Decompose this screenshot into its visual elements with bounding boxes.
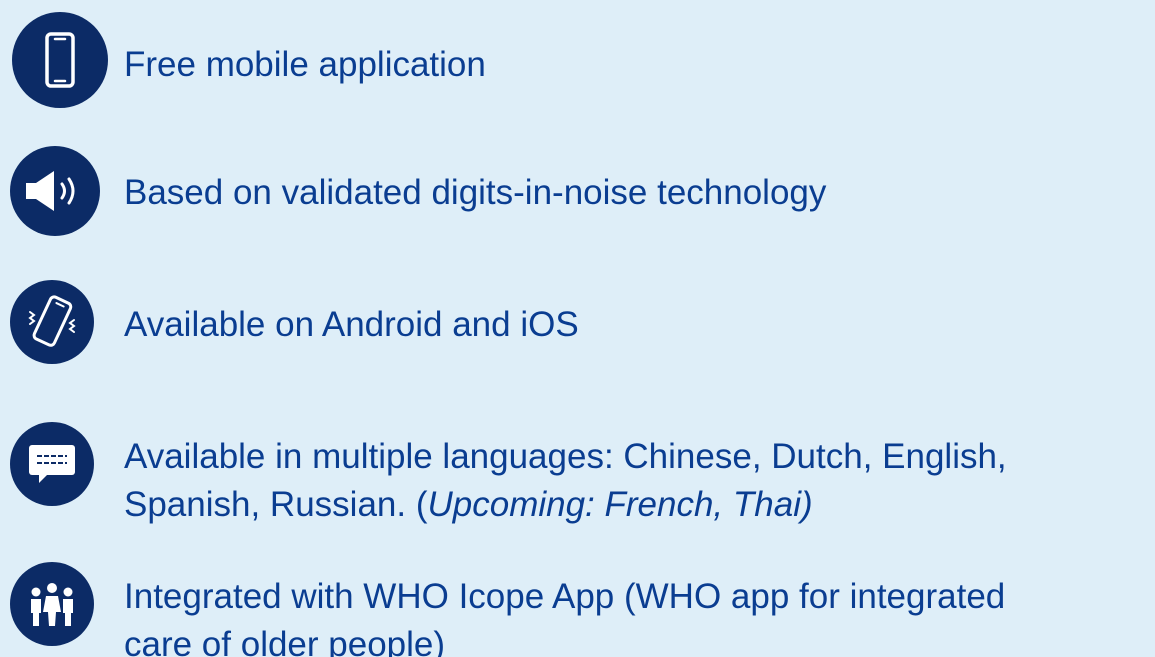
feature-text-line-1: Available in multiple languages: Chinese… xyxy=(124,437,1007,476)
feature-text: Integrated with WHO Icope App (WHO app f… xyxy=(124,573,1005,657)
feature-text-line-2-italic: Upcoming: French, Thai) xyxy=(427,485,813,524)
feature-text: Available in multiple languages: Chinese… xyxy=(124,433,1007,529)
feature-text-line-2: care of older people) xyxy=(124,625,446,657)
smartphone-icon xyxy=(12,12,108,108)
feature-text: Available on Android and iOS xyxy=(124,305,579,344)
feature-text-line-2: Spanish, Russian. (Upcoming: French, Tha… xyxy=(124,481,1007,529)
people-group-icon xyxy=(10,562,94,646)
feature-text-line-1: Integrated with WHO Icope App (WHO app f… xyxy=(124,577,1006,616)
vibrating-phone-icon xyxy=(10,280,94,364)
speaker-icon xyxy=(10,146,100,236)
feature-text-line-2-prefix: Spanish, Russian. ( xyxy=(124,485,428,524)
feature-text: Free mobile application xyxy=(124,45,486,84)
feature-text: Based on validated digits-in-noise techn… xyxy=(124,173,827,212)
chat-bubble-icon xyxy=(10,422,94,506)
